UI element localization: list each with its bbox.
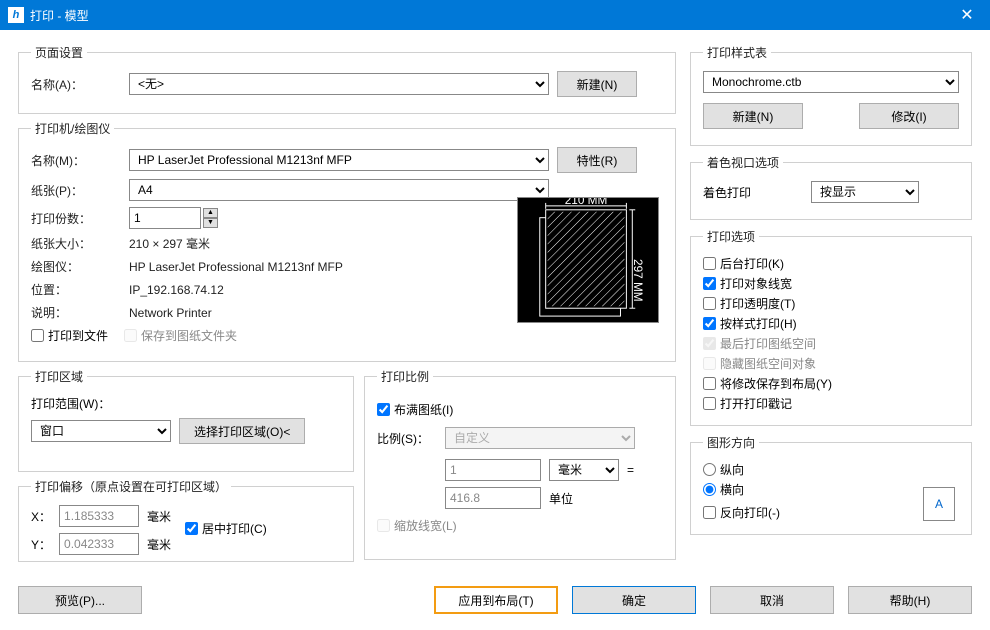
ok-button[interactable]: 确定 [572,586,696,614]
page-setup-legend: 页面设置 [31,44,87,61]
opt-hidespace-check: 隐藏图纸空间对象 [703,355,959,372]
size-label: 纸张大小： [31,235,121,252]
print-to-file-check[interactable]: 打印到文件 [31,327,108,344]
paper-label: 纸张(P)： [31,182,121,199]
orient-legend: 图形方向 [703,434,759,451]
location-label: 位置： [31,281,121,298]
x-label: X： [31,508,51,525]
shade-select[interactable]: 按显示 [811,181,919,203]
shade-group: 着色视口选项 着色打印按显示 [690,154,972,220]
scale-num-input [445,459,541,481]
window-title: 打印 - 模型 [30,7,944,24]
scale-denom-input [445,487,541,509]
style-legend: 打印样式表 [703,44,771,61]
close-icon[interactable]: ✕ [944,0,990,30]
orient-portrait-radio[interactable]: 纵向 [703,461,959,478]
y-unit: 毫米 [147,536,171,553]
save-folder-check: 保存到图纸文件夹 [124,327,237,344]
orient-group: 图形方向 纵向 横向 反向打印(-) A [690,434,972,535]
printer-props-button[interactable]: 特性(R) [557,147,637,173]
printer-name-select[interactable]: HP LaserJet Professional M1213nf MFP [129,149,549,171]
style-select[interactable]: Monochrome.ctb [703,71,959,93]
plotter-value: HP LaserJet Professional M1213nf MFP [129,260,343,274]
footer: 预览(P)... 应用到布局(T) 确定 取消 帮助(H) [0,578,990,614]
range-label: 打印范围(W)： [31,395,110,412]
style-edit-button[interactable]: 修改(I) [859,103,959,129]
size-value: 210 × 297 毫米 [129,235,210,252]
options-group: 打印选项 后台打印(K) 打印对象线宽 打印透明度(T) 按样式打印(H) 最后… [690,228,972,426]
opt-lastspace-check: 最后打印图纸空间 [703,335,959,352]
shade-label: 着色打印 [703,184,803,201]
equals: = [627,463,634,477]
svg-text:210 MM: 210 MM [565,198,608,207]
titlebar: h 打印 - 模型 ✕ [0,0,990,30]
paper-preview: 210 MM 297 MM [517,197,659,323]
location-value: IP_192.168.74.12 [129,283,224,297]
cancel-button[interactable]: 取消 [710,586,834,614]
scale-group: 打印比例 布满图纸(I) 比例(S)： 自定义 毫米 = 单位 缩放线宽 [364,368,676,560]
opt-bystyle-check[interactable]: 按样式打印(H) [703,315,959,332]
y-input [59,533,139,555]
scale-lw-check: 缩放线宽(L) [377,517,457,534]
orient-reverse-check[interactable]: 反向打印(-) [703,504,959,521]
help-button[interactable]: 帮助(H) [848,586,972,614]
page-new-button[interactable]: 新建(N) [557,71,637,97]
plotter-label: 绘图仪： [31,258,121,275]
offset-group: 打印偏移（原点设置在可打印区域） X： 毫米 Y： 毫米 居中打印(C) [18,478,354,562]
printer-legend: 打印机/绘图仪 [31,120,114,137]
shade-legend: 着色视口选项 [703,154,783,171]
x-input [59,505,139,527]
preview-button[interactable]: 预览(P)... [18,586,142,614]
paper-select[interactable]: A4 [129,179,549,201]
y-label: Y： [31,536,51,553]
opt-bg-check[interactable]: 后台打印(K) [703,255,959,272]
style-new-button[interactable]: 新建(N) [703,103,803,129]
fit-paper-check[interactable]: 布满图纸(I) [377,401,453,418]
unit-label: 单位 [549,490,573,507]
print-area-group: 打印区域 打印范围(W)： 窗口 选择打印区域(O)< [18,368,354,472]
area-legend: 打印区域 [31,368,87,385]
opt-lw-check[interactable]: 打印对象线宽 [703,275,959,292]
offset-legend: 打印偏移（原点设置在可打印区域） [31,478,231,495]
svg-text:297 MM: 297 MM [631,259,645,302]
opt-trans-check[interactable]: 打印透明度(T) [703,295,959,312]
apply-layout-button[interactable]: 应用到布局(T) [434,586,558,614]
ratio-select: 自定义 [445,427,635,449]
page-name-select[interactable]: <无> [129,73,549,95]
copies-label: 打印份数： [31,210,121,227]
x-unit: 毫米 [147,508,171,525]
orient-icon: A [923,487,955,521]
copies-input[interactable] [129,207,201,229]
printer-name-label: 名称(M)： [31,152,121,169]
scale-unit-select[interactable]: 毫米 [549,459,619,481]
select-area-button[interactable]: 选择打印区域(O)< [179,418,305,444]
range-select[interactable]: 窗口 [31,420,171,442]
orient-landscape-radio[interactable]: 横向 [703,481,959,498]
scale-legend: 打印比例 [377,368,433,385]
desc-value: Network Printer [129,306,212,320]
printer-group: 打印机/绘图仪 名称(M)： HP LaserJet Professional … [18,120,676,362]
opt-stamp-check[interactable]: 打开打印戳记 [703,395,959,412]
style-group: 打印样式表 Monochrome.ctb 新建(N) 修改(I) [690,44,972,146]
page-name-label: 名称(A)： [31,76,121,93]
center-check[interactable]: 居中打印(C) [185,520,267,537]
page-setup-group: 页面设置 名称(A)： <无> 新建(N) [18,44,676,114]
ratio-label: 比例(S)： [377,430,437,447]
copies-spinner[interactable]: ▲▼ [203,208,218,228]
desc-label: 说明： [31,304,121,321]
app-icon: h [8,7,24,23]
options-legend: 打印选项 [703,228,759,245]
opt-savelayout-check[interactable]: 将修改保存到布局(Y) [703,375,959,392]
